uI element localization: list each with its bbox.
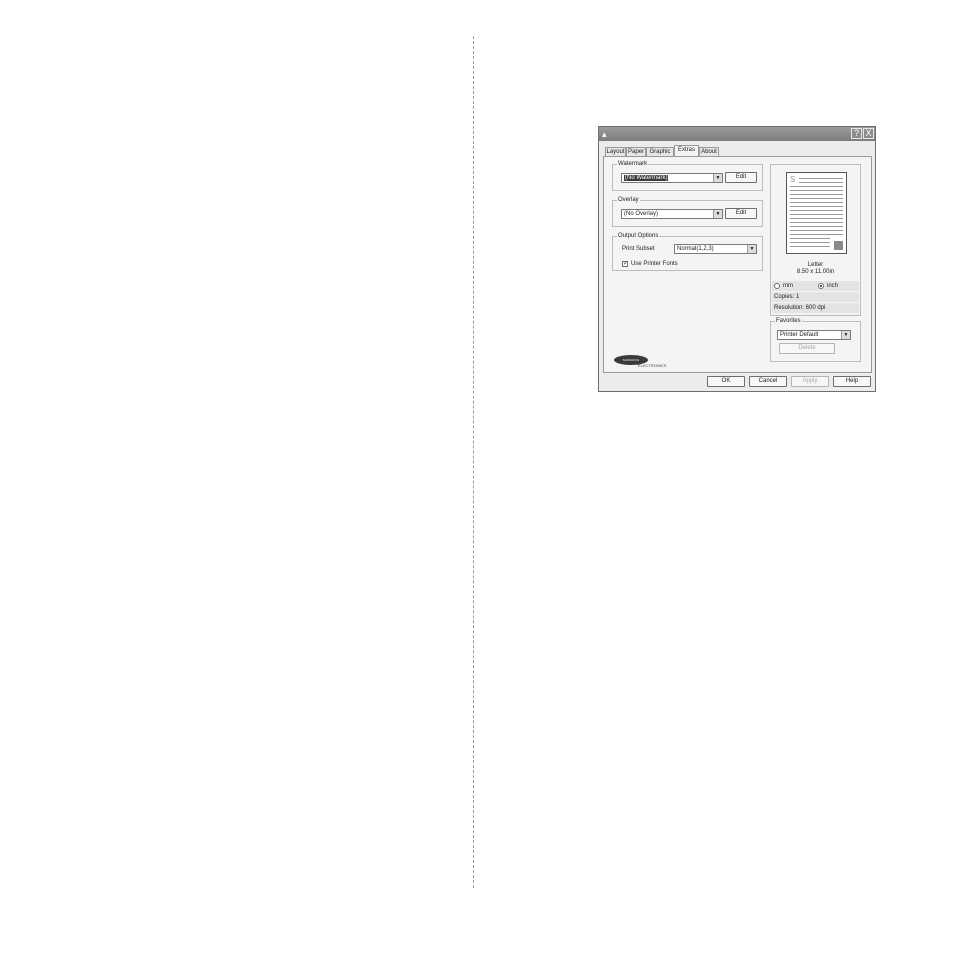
output-options-label: Output Options (617, 232, 660, 240)
chevron-down-icon[interactable]: ▼ (713, 174, 722, 182)
overlay-label: Overlay (617, 196, 640, 204)
favorites-group: Favorites Printer Default ▼ Delete (770, 317, 861, 362)
tab-about[interactable]: About (699, 147, 719, 156)
tab-graphic[interactable]: Graphic (646, 147, 674, 156)
cancel-button[interactable]: Cancel (749, 376, 787, 387)
overlay-marker (834, 241, 843, 250)
unit-inch-label: inch (827, 283, 839, 289)
unit-mm-label: mm (783, 283, 793, 289)
watermark-label: Watermark (617, 160, 649, 168)
apply-button[interactable]: Apply (791, 376, 829, 387)
overlay-select[interactable]: (No Overlay) ▼ (621, 209, 723, 219)
tab-paper[interactable]: Paper (626, 147, 646, 156)
print-subset-value: Normal(1,2,3) (677, 246, 714, 252)
favorites-value: Printer Default (780, 332, 819, 338)
use-printer-fonts-checkbox[interactable]: ✓ (622, 261, 628, 267)
printer-icon: ▴ (602, 129, 607, 139)
favorites-select[interactable]: Printer Default ▼ (777, 330, 851, 340)
print-subset-label: Print Subset (622, 246, 655, 252)
tab-layout[interactable]: Layout (605, 147, 626, 156)
resolution-info: Resolution: 600 dpi (772, 303, 859, 313)
paper-size: 8.50 x 11.00in (796, 269, 835, 275)
favorites-delete-button[interactable]: Delete (779, 343, 835, 354)
page-divider (473, 36, 474, 888)
use-printer-fonts-label: Use Printer Fonts (631, 261, 678, 267)
watermark-value: (No Watermark) (624, 175, 669, 181)
output-options-group: Output Options Print Subset Normal(1,2,3… (612, 232, 763, 271)
page-preview: S (786, 172, 847, 254)
tab-extras[interactable]: Extras (674, 145, 699, 156)
unit-inch-radio[interactable] (818, 283, 824, 289)
watermark-group: Watermark (No Watermark) ▼ Edit (612, 160, 763, 191)
overlay-edit-button[interactable]: Edit (725, 208, 757, 219)
help-title-button[interactable]: ? (851, 128, 862, 139)
ok-button[interactable]: OK (707, 376, 745, 387)
favorites-label: Favorites (775, 317, 802, 325)
print-subset-select[interactable]: Normal(1,2,3) ▼ (674, 244, 757, 254)
watermark-select[interactable]: (No Watermark) ▼ (621, 173, 723, 183)
watermark-preview-letter: S (790, 175, 796, 184)
unit-mm-radio[interactable] (774, 283, 780, 289)
chevron-down-icon[interactable]: ▼ (841, 331, 850, 339)
overlay-group: Overlay (No Overlay) ▼ Edit (612, 196, 763, 227)
chevron-down-icon[interactable]: ▼ (713, 210, 722, 218)
chevron-down-icon[interactable]: ▼ (747, 245, 756, 253)
watermark-edit-button[interactable]: Edit (725, 172, 757, 183)
help-button[interactable]: Help (833, 376, 871, 387)
units-row: mm inch (772, 281, 859, 291)
overlay-value: (No Overlay) (624, 211, 659, 217)
paper-preview-box: S Letter 8.50 x 11.00in mm inch Copies: … (770, 164, 861, 316)
copies-info: Copies: 1 (772, 292, 859, 302)
samsung-logo-sub: ELECTRONICS (638, 363, 667, 368)
title-bar[interactable]: ▴ ? X (599, 127, 875, 141)
close-title-button[interactable]: X (863, 128, 874, 139)
